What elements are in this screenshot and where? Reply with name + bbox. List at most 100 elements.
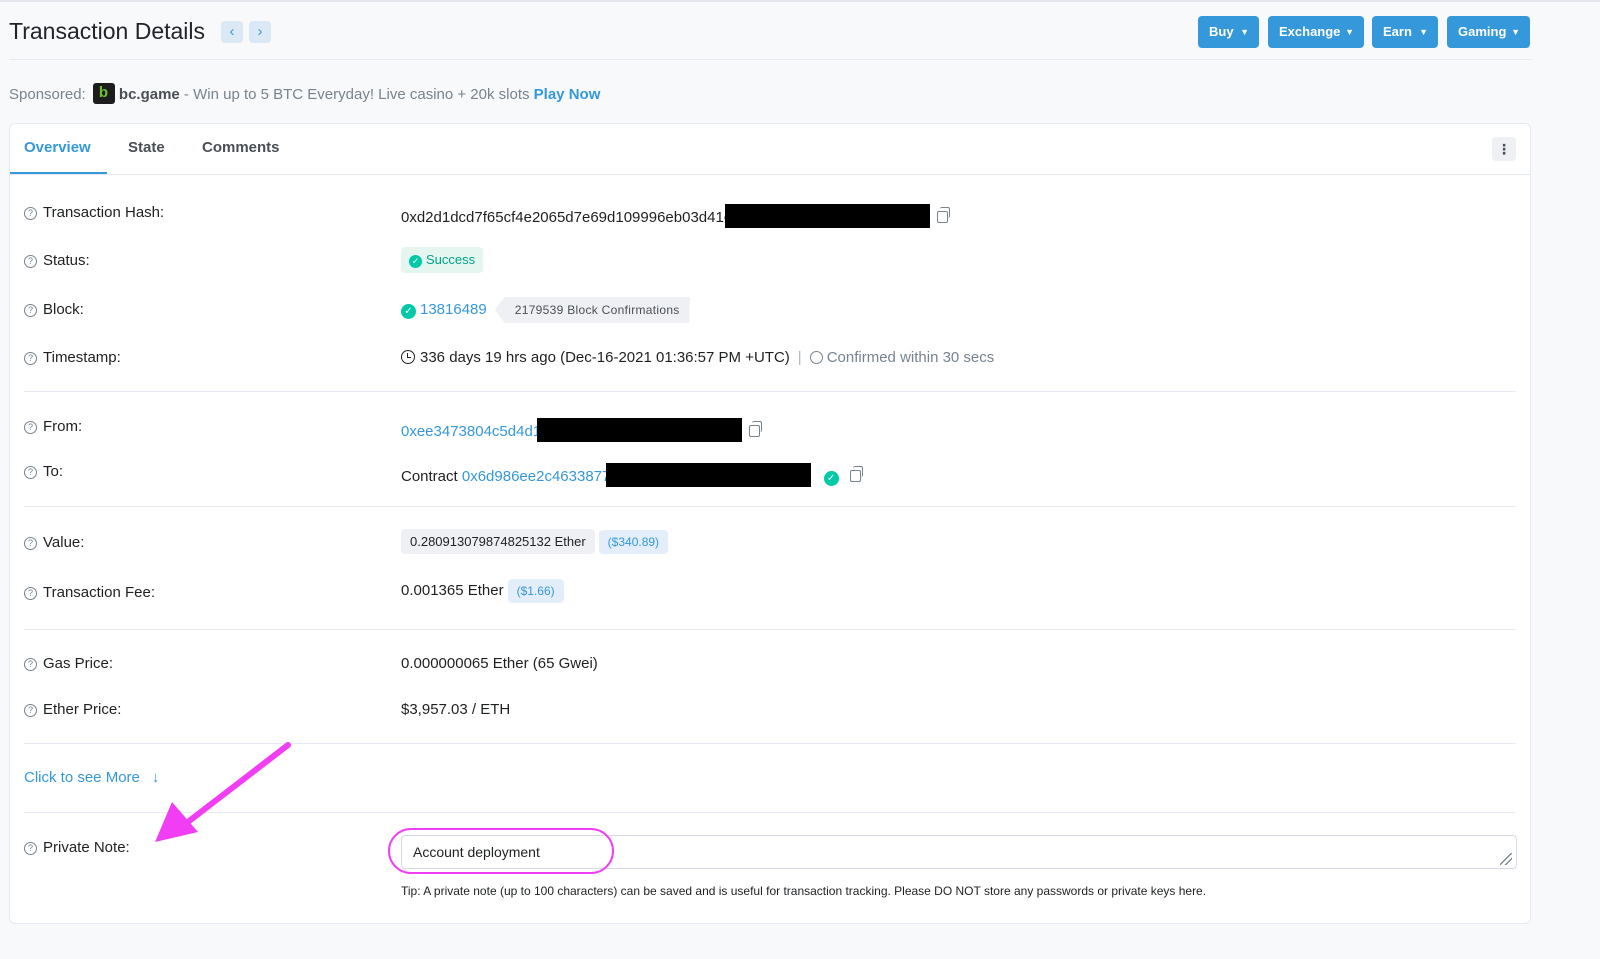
help-icon: ? <box>24 587 37 600</box>
more-options-button[interactable]: ⋮ <box>1492 137 1516 161</box>
fee-ether: 0.001365 Ether <box>401 582 504 599</box>
value-label-text: Value: <box>43 534 85 551</box>
redaction-bar <box>537 418 743 442</box>
ether-price-label: ? Ether Price: <box>24 701 121 718</box>
value-row: 0.280913079874825132 Ether ($340.89) <box>401 529 669 554</box>
chevron-down-icon: ▼ <box>1511 27 1520 37</box>
help-icon: ? <box>24 537 37 550</box>
gaming-menu-button[interactable]: Gaming ▼ <box>1447 16 1530 48</box>
sponsor-text: - Win up to 5 BTC Everyday! Live casino … <box>179 86 534 103</box>
page-title: Transaction Details <box>9 18 206 44</box>
copy-icon[interactable] <box>937 207 951 223</box>
value-usd: ($340.89) <box>598 530 669 554</box>
from-label: ? From: <box>24 418 82 435</box>
tx-hash-value: 0xd2d1dcd7f65cf4e2065d7e69d109996eb03d41… <box>401 209 732 226</box>
chevron-left-icon: ‹ <box>229 23 235 40</box>
sponsor-brand[interactable]: bc.game <box>119 86 180 103</box>
sponsor-prefix: Sponsored: <box>9 86 86 103</box>
fee-label-text: Transaction Fee: <box>43 584 155 601</box>
help-icon: ? <box>24 207 37 220</box>
bcgame-logo-icon <box>92 83 115 104</box>
timestamp-value: 336 days 19 hrs ago (Dec-16-2021 01:36:5… <box>420 349 790 366</box>
separator: | <box>797 349 802 366</box>
chevron-down-icon: ▼ <box>1419 27 1428 37</box>
status-label: ? Status: <box>24 252 90 269</box>
header-divider <box>9 59 1531 60</box>
gas-price-label-text: Gas Price: <box>43 655 114 672</box>
sponsor-play-now-link[interactable]: Play Now <box>534 86 601 103</box>
check-circle-icon: ✓ <box>409 255 422 268</box>
exchange-menu-button[interactable]: Exchange ▼ <box>1268 16 1364 48</box>
ether-price-label-text: Ether Price: <box>43 701 122 718</box>
sponsored-banner: Sponsored: bc.game - Win up to 5 BTC Eve… <box>9 83 600 104</box>
chevron-right-icon: › <box>257 23 263 40</box>
prev-transaction-button[interactable]: ‹ <box>221 21 243 43</box>
buy-menu-button[interactable]: Buy ▼ <box>1198 16 1259 48</box>
confirmed-within: Confirmed within 30 secs <box>826 349 995 366</box>
help-icon: ? <box>24 842 37 855</box>
chevron-down-icon: ▼ <box>1345 27 1354 37</box>
earn-menu-label: Earn <box>1383 24 1412 39</box>
fee-label: ? Transaction Fee: <box>24 584 155 601</box>
status-label-text: Status: <box>43 252 90 269</box>
private-note-label: ? Private Note: <box>24 839 130 856</box>
private-note-tip: Tip: A private note (up to 100 character… <box>401 884 1207 898</box>
contract-prefix: Contract <box>401 468 458 485</box>
section-divider <box>24 506 1516 507</box>
value-ether: 0.280913079874825132 Ether <box>401 529 595 554</box>
resize-handle-icon[interactable] <box>1500 853 1512 865</box>
see-more-link[interactable]: Click to see More ↓ <box>24 769 159 786</box>
copy-icon[interactable] <box>849 466 863 482</box>
from-value-row: 0xee3473804c5d4d1 <box>401 418 763 442</box>
to-label-text: To: <box>43 463 64 480</box>
earn-menu-button[interactable]: Earn ▼ <box>1372 16 1438 48</box>
help-icon: ? <box>24 255 37 268</box>
annotation-arrow-icon <box>155 742 291 842</box>
active-tab-indicator <box>10 172 107 174</box>
to-value-row: Contract 0x6d986ee2c4633877 ✓ <box>401 463 863 487</box>
status-badge: ✓ Success <box>401 247 484 273</box>
chevron-down-icon: ▼ <box>1240 27 1249 37</box>
redaction-bar <box>606 463 812 487</box>
to-address-link[interactable]: 0x6d986ee2c4633877 <box>462 468 610 485</box>
check-circle-icon: ✓ <box>401 304 416 319</box>
tab-overview[interactable]: Overview <box>24 139 91 156</box>
copy-icon[interactable] <box>749 421 763 437</box>
buy-menu-label: Buy <box>1209 24 1234 39</box>
tx-hash-value-row: 0xd2d1dcd7f65cf4e2065d7e69d109996eb03d41… <box>401 204 951 228</box>
timestamp-label-text: Timestamp: <box>43 349 121 366</box>
section-divider <box>24 391 1516 392</box>
to-label: ? To: <box>24 463 63 480</box>
tx-hash-label-text: Transaction Hash: <box>43 204 165 221</box>
timestamp-value-row: 336 days 19 hrs ago (Dec-16-2021 01:36:5… <box>401 349 994 366</box>
next-transaction-button[interactable]: › <box>249 21 271 43</box>
from-label-text: From: <box>43 418 83 435</box>
block-number-link[interactable]: 13816489 <box>420 301 487 318</box>
status-value-row: ✓ Success <box>401 247 484 273</box>
timestamp-label: ? Timestamp: <box>24 349 121 366</box>
help-icon: ? <box>24 658 37 671</box>
ether-price-value: $3,957.03 / ETH <box>401 701 511 718</box>
help-icon: ? <box>24 304 37 317</box>
tab-comments[interactable]: Comments <box>202 139 280 156</box>
timer-icon <box>809 351 823 364</box>
tabs-divider <box>10 174 1530 175</box>
see-more-label: Click to see More <box>24 769 140 786</box>
gaming-menu-label: Gaming <box>1458 24 1507 39</box>
private-note-label-text: Private Note: <box>43 839 130 856</box>
help-icon: ? <box>24 421 37 434</box>
redaction-bar <box>725 204 931 228</box>
tab-state[interactable]: State <box>128 139 165 156</box>
tx-hash-label: ? Transaction Hash: <box>24 204 164 221</box>
block-confirmations-badge: 2179539 Block Confirmations <box>494 297 690 323</box>
fee-usd: ($1.66) <box>507 579 564 603</box>
clock-icon <box>401 350 415 364</box>
top-border <box>0 0 1600 2</box>
help-icon: ? <box>24 466 37 479</box>
block-label-text: Block: <box>43 301 84 318</box>
annotation-highlight-oval <box>388 828 614 874</box>
from-address-link[interactable]: 0xee3473804c5d4d1 <box>401 423 541 440</box>
block-label: ? Block: <box>24 301 84 318</box>
gas-price-value: 0.000000065 Ether (65 Gwei) <box>401 655 598 672</box>
fee-row: 0.001365 Ether ($1.66) <box>401 579 564 603</box>
